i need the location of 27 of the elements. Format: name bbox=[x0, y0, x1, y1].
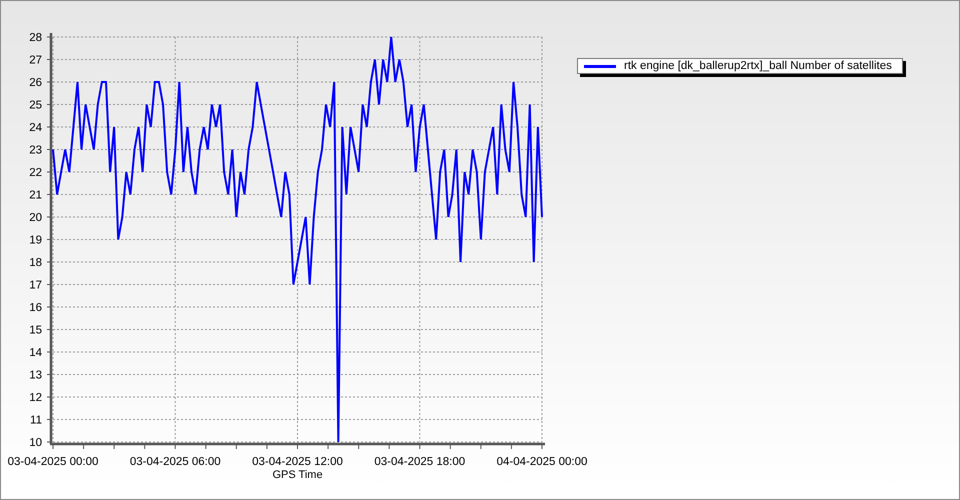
x-tick-label: 03-04-2025 06:00 bbox=[130, 456, 221, 468]
y-tick-label: 17 bbox=[29, 280, 42, 292]
y-tick-label: 20 bbox=[29, 212, 42, 224]
y-tick-label: 19 bbox=[29, 234, 42, 246]
y-tick-label: 23 bbox=[29, 144, 42, 156]
y-tick-label: 13 bbox=[29, 370, 42, 382]
y-tick-label: 21 bbox=[29, 190, 42, 202]
x-tick-label: 04-04-2025 00:00 bbox=[496, 456, 588, 468]
y-tick-label: 18 bbox=[29, 257, 42, 269]
legend-line-icon bbox=[584, 64, 616, 68]
y-tick-label: 27 bbox=[29, 54, 42, 66]
y-tick-label: 14 bbox=[29, 347, 42, 359]
x-tick-label: 03-04-2025 00:00 bbox=[8, 456, 98, 468]
x-axis-title: GPS Time bbox=[272, 469, 323, 481]
y-tick-label: 15 bbox=[29, 324, 42, 336]
y-tick-label: 26 bbox=[29, 77, 42, 89]
x-tick-label: 03-04-2025 18:00 bbox=[374, 456, 466, 468]
y-tick-label: 12 bbox=[29, 392, 42, 404]
y-tick-label: 28 bbox=[29, 32, 42, 44]
y-tick-label: 22 bbox=[29, 167, 42, 179]
y-tick-label: 16 bbox=[29, 302, 42, 314]
y-tick-label: 24 bbox=[29, 122, 42, 134]
y-tick-label: 25 bbox=[29, 100, 42, 112]
y-tick-label: 10 bbox=[29, 437, 42, 449]
x-tick-label: 03-04-2025 12:00 bbox=[252, 456, 343, 468]
legend-label: rtk engine [dk_ballerup2rtx]_ball Number of satellites bbox=[624, 60, 892, 72]
y-tick-label: 11 bbox=[30, 414, 42, 426]
